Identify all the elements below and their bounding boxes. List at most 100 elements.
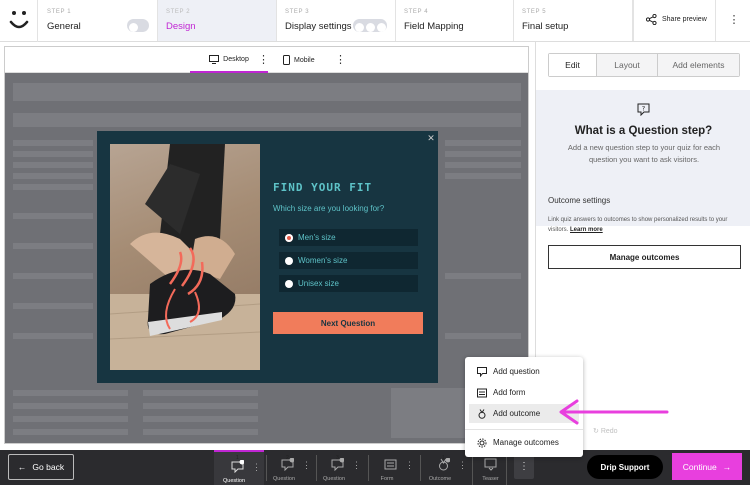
option-label: Women's size bbox=[298, 256, 348, 265]
step-number: STEP 5 bbox=[522, 9, 547, 15]
add-step-options-button[interactable]: ⋮ bbox=[514, 455, 534, 479]
drip-support-button[interactable]: Drip Support bbox=[587, 455, 663, 479]
step-label: Question bbox=[322, 476, 345, 482]
gear-icon bbox=[477, 438, 487, 447]
popup-image bbox=[110, 144, 260, 370]
step-question-2[interactable]: Question ⋮ bbox=[264, 450, 314, 485]
popup-close-icon[interactable]: ✕ bbox=[426, 133, 436, 143]
step-field-mapping[interactable]: STEP 4 Field Mapping bbox=[396, 0, 514, 41]
step-label: Question bbox=[222, 478, 245, 484]
step-name: General bbox=[47, 21, 81, 32]
step-outcome[interactable]: Outcome ⋮ bbox=[420, 450, 470, 485]
go-back-label: Go back bbox=[32, 462, 65, 472]
question-step-info: ? What is a Question step? Add a new que… bbox=[536, 90, 750, 226]
popup-title: FIND YOUR FIT bbox=[273, 181, 373, 194]
question-step-icon bbox=[231, 460, 244, 473]
device-bar: Desktop ⋮ Mobile ⋮ bbox=[5, 47, 528, 73]
step-label: Teaser bbox=[482, 476, 499, 482]
quiz-popup[interactable]: ✕ FIND YOUR FIT Which size are you looki… bbox=[97, 131, 438, 383]
menu-item-label: Manage outcomes bbox=[493, 438, 559, 447]
manage-outcomes-button[interactable]: Manage outcomes bbox=[548, 245, 741, 269]
step-name: Final setup bbox=[522, 21, 569, 32]
top-bar: STEP 1 General STEP 2 Design STEP 3 Disp… bbox=[0, 0, 750, 42]
svg-text:?: ? bbox=[642, 105, 645, 113]
radio-icon bbox=[285, 279, 293, 288]
step-badge: 1 bbox=[236, 455, 239, 461]
step-options-icon[interactable]: ⋮ bbox=[458, 460, 467, 471]
step-number: STEP 3 bbox=[285, 9, 310, 15]
redo-button[interactable]: ↻ Redo bbox=[593, 427, 618, 435]
form-icon bbox=[477, 388, 487, 397]
tab-add-elements[interactable]: Add elements bbox=[658, 54, 739, 76]
outcome-settings-title: Outcome settings bbox=[548, 196, 611, 205]
form-icon bbox=[384, 459, 397, 470]
step-badge: 2 bbox=[286, 455, 289, 461]
option-label: Men's size bbox=[298, 233, 336, 242]
step-label: Form bbox=[380, 476, 394, 482]
question-icon bbox=[477, 366, 487, 377]
step-label: Outcome bbox=[428, 476, 452, 482]
menu-item-label: Add outcome bbox=[493, 409, 541, 418]
tab-desktop-label: Desktop bbox=[223, 55, 249, 63]
radio-icon bbox=[285, 256, 293, 265]
go-back-button[interactable]: ← Go back bbox=[8, 454, 74, 480]
step-badge: 3 bbox=[336, 455, 339, 461]
step-toggle bbox=[353, 19, 387, 32]
learn-more-link[interactable]: Learn more bbox=[570, 227, 603, 233]
mobile-icon bbox=[283, 55, 290, 65]
step-name: Field Mapping bbox=[404, 21, 464, 32]
step-number: STEP 4 bbox=[404, 9, 429, 15]
step-name: Design bbox=[166, 21, 196, 32]
step-options-icon[interactable]: ⋮ bbox=[405, 460, 414, 471]
arrow-left-icon: ← bbox=[17, 462, 27, 472]
step-options-icon[interactable]: ⋮ bbox=[352, 460, 361, 471]
mobile-options-icon[interactable]: ⋮ bbox=[335, 55, 346, 66]
step-design[interactable]: STEP 2 Design bbox=[158, 0, 277, 41]
desktop-icon bbox=[209, 54, 220, 64]
step-display-settings[interactable]: STEP 3 Display settings bbox=[277, 0, 396, 41]
continue-button[interactable]: Continue → bbox=[672, 453, 742, 480]
option-label: Unisex size bbox=[298, 279, 339, 288]
question-icon: ? bbox=[637, 103, 650, 116]
next-question-button[interactable]: Next Question bbox=[273, 312, 423, 334]
outcome-settings-description: Link quiz answers to outcomes to show pe… bbox=[548, 215, 743, 235]
step-number: STEP 2 bbox=[166, 9, 191, 15]
share-icon bbox=[646, 14, 657, 25]
continue-label: Continue bbox=[682, 461, 717, 472]
panel-tabs: Edit Layout Add elements bbox=[548, 53, 740, 77]
radio-selected-icon bbox=[285, 233, 293, 242]
option-unisex-size[interactable]: Unisex size bbox=[279, 275, 418, 292]
menu-add-question[interactable]: Add question bbox=[469, 362, 579, 381]
tab-layout[interactable]: Layout bbox=[597, 54, 658, 76]
step-question-3[interactable]: Question ⋮ bbox=[314, 450, 364, 485]
step-badge: 1 bbox=[442, 455, 445, 461]
step-form[interactable]: Form ⋮ bbox=[367, 450, 417, 485]
tab-mobile[interactable]: Mobile bbox=[283, 47, 323, 73]
share-preview-label: Share preview bbox=[662, 16, 707, 23]
step-options-icon[interactable]: ⋮ bbox=[252, 462, 261, 473]
step-name: Display settings bbox=[285, 21, 352, 32]
teaser-icon bbox=[484, 458, 497, 471]
menu-item-label: Add question bbox=[493, 367, 540, 376]
drip-logo[interactable] bbox=[0, 0, 38, 42]
step-options-icon[interactable]: ⋮ bbox=[302, 460, 311, 471]
tab-mobile-label: Mobile bbox=[294, 56, 315, 64]
arrow-right-icon: → bbox=[722, 461, 732, 472]
outcome-medal-icon bbox=[478, 408, 486, 419]
option-womens-size[interactable]: Women's size bbox=[279, 252, 418, 269]
step-general[interactable]: STEP 1 General bbox=[39, 0, 158, 41]
more-options-icon[interactable]: ⋮ bbox=[728, 15, 740, 26]
info-description: Add a new question step to your quiz for… bbox=[567, 143, 721, 164]
share-preview-button[interactable]: Share preview bbox=[633, 0, 716, 41]
desktop-options-icon[interactable]: ⋮ bbox=[258, 55, 269, 66]
tab-edit[interactable]: Edit bbox=[549, 54, 597, 76]
tab-desktop[interactable]: Desktop bbox=[190, 47, 268, 73]
menu-item-label: Add form bbox=[493, 388, 526, 397]
step-question-1[interactable]: Question ⋮ bbox=[214, 450, 264, 485]
redo-label: Redo bbox=[600, 428, 618, 435]
info-title: What is a Question step? bbox=[574, 125, 713, 137]
step-final-setup[interactable]: STEP 5 Final setup bbox=[514, 0, 633, 41]
menu-manage-outcomes[interactable]: Manage outcomes bbox=[469, 433, 579, 452]
option-mens-size[interactable]: Men's size bbox=[279, 229, 418, 246]
pointer-arrow-icon bbox=[559, 399, 669, 425]
